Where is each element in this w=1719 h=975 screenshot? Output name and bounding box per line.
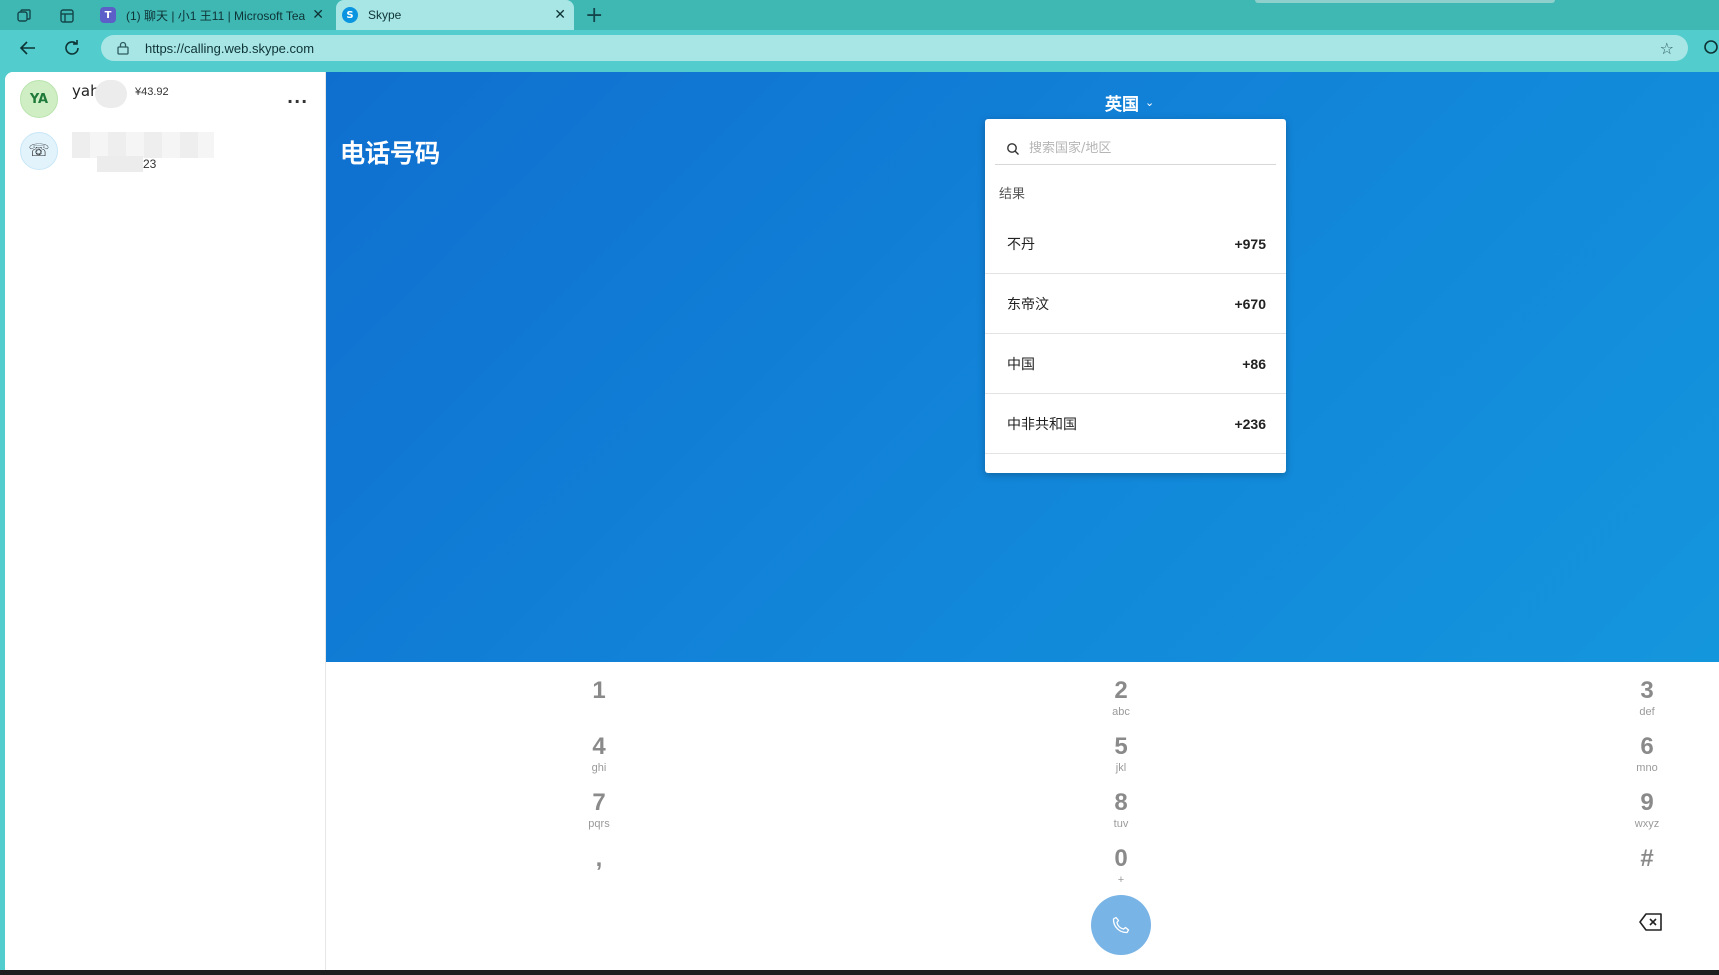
country-code: +86 xyxy=(1242,355,1266,372)
dial-key-5[interactable]: 5 jkl xyxy=(1081,733,1161,775)
tabbar-decoration xyxy=(1255,0,1555,3)
country-code: +236 xyxy=(1234,415,1266,432)
dial-key-1[interactable]: 1 xyxy=(559,677,639,705)
teams-icon: T xyxy=(100,7,116,23)
url-text: https://calling.web.skype.com xyxy=(145,40,315,56)
credit-balance[interactable]: ¥43.92 xyxy=(135,86,169,98)
country-option[interactable]: 不丹 +975 xyxy=(985,214,1286,274)
workspaces-icon[interactable] xyxy=(13,5,35,27)
key-letters: wxyz xyxy=(1634,818,1660,830)
country-option[interactable]: 东帝汶 +670 xyxy=(985,274,1286,334)
extensions-icon[interactable] xyxy=(1702,38,1719,58)
dial-key-7[interactable]: 7 pqrs xyxy=(559,789,639,831)
country-code: +670 xyxy=(1234,295,1266,312)
redacted-contact-name xyxy=(72,132,214,158)
country-list: 不丹 +975 东帝汶 +670 中国 +86 中非共和国 +236 xyxy=(985,214,1286,454)
backspace-icon[interactable] xyxy=(1639,913,1665,935)
country-selector[interactable]: 英国 ⌄ xyxy=(1105,90,1154,115)
close-icon[interactable]: ✕ xyxy=(554,7,566,23)
key-digit: , xyxy=(595,845,603,872)
country-option[interactable]: 中国 +86 xyxy=(985,334,1286,394)
country-name: 东帝汶 xyxy=(1007,296,1049,313)
key-digit: # xyxy=(1640,845,1654,872)
chevron-down-icon: ⌄ xyxy=(1145,96,1155,109)
tab-teams[interactable]: T (1) 聊天 | 小1 王11 | Microsoft Tea ✕ xyxy=(96,0,332,30)
country-selected-label: 英国 xyxy=(1105,95,1139,115)
results-label: 结果 xyxy=(999,187,1026,202)
call-button[interactable] xyxy=(1091,895,1151,955)
country-search xyxy=(995,133,1276,165)
key-letters: def xyxy=(1639,706,1655,718)
phone-icon xyxy=(1112,916,1130,934)
country-search-input[interactable] xyxy=(1029,141,1269,156)
tab-actions-icon[interactable] xyxy=(56,5,78,27)
country-option[interactable]: 中非共和国 +236 xyxy=(985,394,1286,454)
dial-key-9[interactable]: 9 wxyz xyxy=(1607,789,1687,831)
recent-call-item[interactable]: ☏ 23 xyxy=(20,132,320,182)
dial-key-4[interactable]: 4 ghi xyxy=(559,733,639,775)
page-title: 电话号码 xyxy=(340,139,441,168)
phone-icon: ☏ xyxy=(20,132,58,170)
key-digit: 2 xyxy=(1114,677,1128,704)
skype-app: YA yah ¥43.92 ... ☏ 23 电话号码 英国 ⌄ 搜索国家/地区… xyxy=(5,72,1719,970)
country-name: 不丹 xyxy=(1007,236,1035,253)
dial-key-2[interactable]: 2 abc xyxy=(1081,677,1161,719)
browser-tab-bar: T (1) 聊天 | 小1 王11 | Microsoft Tea ✕ S Sk… xyxy=(0,0,1719,30)
key-digit: 1 xyxy=(592,677,606,704)
country-name: 中国 xyxy=(1007,356,1035,373)
redacted-name xyxy=(95,80,127,108)
key-digit: 9 xyxy=(1640,789,1654,816)
dialer-header: 电话号码 英国 ⌄ 结果 不丹 +975 东帝汶 xyxy=(326,72,1719,662)
country-name: 中非共和国 xyxy=(1007,416,1077,433)
dial-key-3[interactable]: 3 def xyxy=(1607,677,1687,719)
country-code: +975 xyxy=(1234,235,1266,252)
url-field[interactable]: https://calling.web.skype.com ☆ xyxy=(101,35,1688,61)
key-letters: tuv xyxy=(1113,818,1129,830)
key-digit: 6 xyxy=(1640,733,1654,760)
favorite-star-icon[interactable]: ☆ xyxy=(1660,39,1674,58)
key-digit: 7 xyxy=(592,789,606,816)
new-tab-button[interactable]: + xyxy=(585,3,603,28)
contact-number-suffix: 23 xyxy=(143,157,157,171)
address-bar-row: https://calling.web.skype.com ☆ xyxy=(0,30,1719,66)
key-letters: abc xyxy=(1112,706,1130,718)
key-letters: + xyxy=(1117,874,1125,886)
skype-icon: S xyxy=(342,7,358,23)
key-letters: ghi xyxy=(591,762,607,774)
lock-icon[interactable] xyxy=(115,40,131,56)
key-digit: 5 xyxy=(1114,733,1128,760)
tab-skype[interactable]: S Skype ✕ xyxy=(336,0,574,30)
key-letters: mno xyxy=(1636,762,1658,774)
dial-key-comma[interactable]: , xyxy=(559,845,639,873)
sidebar: YA yah ¥43.92 ... ☏ 23 xyxy=(5,72,326,970)
key-digit: 8 xyxy=(1114,789,1128,816)
back-icon[interactable] xyxy=(16,36,40,60)
dial-key-0[interactable]: 0 + xyxy=(1081,845,1161,887)
key-digit: 3 xyxy=(1640,677,1654,704)
close-icon[interactable]: ✕ xyxy=(312,7,324,23)
tab-title: Skype xyxy=(368,8,402,22)
key-digit: 4 xyxy=(592,733,606,760)
dial-key-hash[interactable]: # xyxy=(1607,845,1687,873)
window-bottom-edge xyxy=(0,970,1719,975)
key-letters: pqrs xyxy=(588,818,610,830)
refresh-icon[interactable] xyxy=(60,36,84,60)
profile-header[interactable]: YA yah ¥43.92 ... xyxy=(20,80,320,124)
dial-key-6[interactable]: 6 mno xyxy=(1607,733,1687,775)
key-digit: 0 xyxy=(1114,845,1128,872)
country-dropdown: 结果 不丹 +975 东帝汶 +670 中国 +86 中非 xyxy=(985,119,1286,473)
dialer-panel: 电话号码 英国 ⌄ 结果 不丹 +975 东帝汶 xyxy=(326,72,1719,970)
dial-keypad: 1 2 abc 3 def 4 ghi 5 jkl 6 mno 7 pqrs 8… xyxy=(326,662,1719,970)
more-options-button[interactable]: ... xyxy=(287,88,308,107)
avatar[interactable]: YA xyxy=(20,80,58,118)
redacted-contact-number xyxy=(97,156,143,172)
search-icon xyxy=(1007,142,1019,155)
dial-key-8[interactable]: 8 tuv xyxy=(1081,789,1161,831)
key-letters: jkl xyxy=(1115,762,1127,774)
tab-title: (1) 聊天 | 小1 王11 | Microsoft Tea xyxy=(126,8,306,23)
